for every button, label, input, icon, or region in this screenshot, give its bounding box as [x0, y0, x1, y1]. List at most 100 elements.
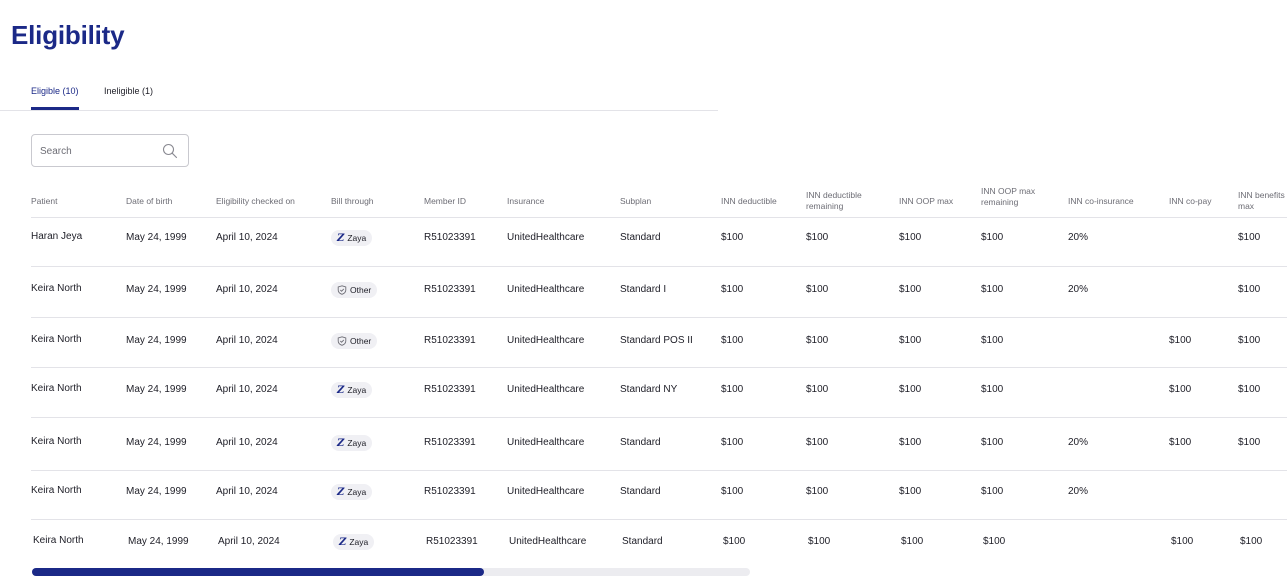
page-title: Eligibility: [11, 20, 125, 50]
cell-inn-co-insurance: 20%: [1068, 284, 1089, 295]
table-row[interactable]: Keira North May 24, 1999 April 10, 2024 R51…: [31, 367, 1287, 418]
cell-inn-co-pay: $100: [1169, 437, 1192, 448]
table-row[interactable]: Keira North May 24, 1999 April 10, 2024 R51…: [31, 417, 1287, 471]
cell-dob: May 24, 1999: [128, 536, 189, 547]
cell-checked-on: April 10, 2024: [216, 384, 278, 395]
table-row[interactable]: Keira North May 24, 1999 April 10, 2024 R51…: [31, 266, 1287, 318]
cell-insurance: UnitedHealthcare: [507, 232, 585, 243]
bill-through-label: Zaya: [349, 537, 369, 547]
cell-inn-benefits-max: $100: [1238, 284, 1261, 295]
cell-inn-oop-max-remaining: $100: [981, 486, 1004, 497]
cell-subplan: Standard: [620, 486, 661, 497]
zaya-icon: Z: [337, 233, 345, 244]
cell-dob: May 24, 1999: [126, 437, 187, 448]
cell-inn-deductible-remaining: $100: [806, 486, 829, 497]
column-header-line: INN deductible: [806, 190, 862, 200]
cell-inn-benefits-max: $100: [1238, 384, 1261, 395]
cell-checked-on: April 10, 2024: [216, 437, 278, 448]
column-header-inn-co-pay[interactable]: INN co-pay: [1169, 196, 1212, 207]
bill-through-badge: Z Zaya: [333, 534, 375, 550]
cell-inn-deductible-remaining: $100: [806, 437, 829, 448]
column-header-line: remaining: [981, 197, 1019, 207]
column-header-subplan[interactable]: Subplan: [620, 196, 651, 207]
cell-inn-oop-max: $100: [899, 384, 922, 395]
cell-inn-deductible: $100: [721, 284, 744, 295]
cell-subplan: Standard POS II: [620, 335, 693, 346]
scrollbar-thumb[interactable]: [32, 568, 484, 576]
cell-inn-oop-max-remaining: $100: [981, 437, 1004, 448]
bill-through-badge: Z Zaya: [331, 382, 373, 398]
table-row[interactable]: Haran Jeya May 24, 1999 April 10, 2024 R510…: [31, 218, 1287, 267]
column-header-dob[interactable]: Date of birth: [126, 196, 172, 207]
bill-through-label: Zaya: [347, 438, 367, 448]
column-header-inn-oop-max[interactable]: INN OOP max: [899, 196, 953, 207]
cell-inn-oop-max: $100: [899, 335, 922, 346]
bill-through-badge: Other: [331, 333, 378, 349]
cell-patient: Keira North: [33, 535, 84, 546]
cell-dob: May 24, 1999: [126, 284, 187, 295]
cell-inn-deductible-remaining: $100: [806, 284, 829, 295]
horizontal-scrollbar[interactable]: [32, 568, 750, 576]
cell-dob: May 24, 1999: [126, 232, 187, 243]
zaya-icon: Z: [337, 438, 345, 449]
cell-inn-benefits-max: $100: [1238, 437, 1261, 448]
table-row[interactable]: Keira North May 24, 1999 April 10, 2024 R51…: [31, 317, 1287, 368]
zaya-icon: Z: [337, 487, 345, 498]
cell-inn-oop-max: $100: [899, 486, 922, 497]
cell-member-id: R51023391: [424, 384, 476, 395]
cell-insurance: UnitedHealthcare: [507, 384, 585, 395]
cell-subplan: Standard: [620, 437, 661, 448]
cell-inn-co-pay: $100: [1171, 536, 1194, 547]
cell-member-id: R51023391: [424, 284, 476, 295]
cell-inn-oop-max-remaining: $100: [981, 335, 1004, 346]
bill-through-badge: Z Zaya: [331, 435, 373, 451]
shield-icon: [337, 335, 347, 346]
column-header-inn-deductible-remaining[interactable]: INN deductible remaining: [806, 190, 862, 212]
search-icon[interactable]: [162, 143, 178, 159]
cell-patient: Haran Jeya: [31, 231, 83, 242]
cell-insurance: UnitedHealthcare: [507, 335, 585, 346]
bill-through-badge: Z Zaya: [331, 230, 373, 246]
cell-patient: Keira North: [31, 334, 82, 345]
tab-ineligible[interactable]: Ineligible (1): [104, 86, 153, 110]
column-header-insurance[interactable]: Insurance: [507, 196, 544, 207]
bill-through-label: Other: [350, 336, 372, 346]
column-header-checked-on[interactable]: Eligibility checked on: [216, 196, 295, 207]
cell-subplan: Standard: [620, 232, 661, 243]
zaya-icon: Z: [339, 537, 347, 548]
cell-inn-oop-max: $100: [899, 284, 922, 295]
column-header-member-id[interactable]: Member ID: [424, 196, 466, 207]
cell-insurance: UnitedHealthcare: [509, 536, 587, 547]
column-header-bill-through[interactable]: Bill through: [331, 196, 374, 207]
bill-through-badge: Other: [331, 282, 378, 298]
cell-inn-deductible: $100: [721, 232, 744, 243]
cell-inn-co-insurance: 20%: [1068, 486, 1089, 497]
cell-subplan: Standard: [622, 536, 663, 547]
cell-patient: Keira North: [31, 383, 82, 394]
cell-member-id: R51023391: [424, 437, 476, 448]
cell-inn-oop-max: $100: [899, 437, 922, 448]
column-header-inn-oop-max-remaining[interactable]: INN OOP max remaining: [981, 186, 1035, 208]
column-header-line: max: [1238, 201, 1255, 211]
column-header-inn-deductible[interactable]: INN deductible: [721, 196, 777, 207]
cell-dob: May 24, 1999: [126, 384, 187, 395]
column-header-inn-benefits-max[interactable]: INN benefits max: [1238, 190, 1285, 212]
cell-inn-deductible-remaining: $100: [806, 232, 829, 243]
search-input[interactable]: [40, 141, 155, 161]
cell-patient: Keira North: [31, 436, 82, 447]
column-header-line: INN OOP max: [981, 186, 1036, 196]
tab-eligible[interactable]: Eligible (10): [31, 86, 79, 110]
column-header-inn-co-insurance[interactable]: INN co-insurance: [1068, 196, 1134, 207]
bill-through-label: Zaya: [347, 385, 367, 395]
column-header-patient[interactable]: Patient: [31, 196, 57, 207]
table-row[interactable]: Keira North May 24, 1999 April 10, 2024 R51…: [31, 519, 1287, 564]
column-header-line: INN benefits: [1238, 190, 1285, 200]
cell-checked-on: April 10, 2024: [216, 284, 278, 295]
table-row[interactable]: Keira North May 24, 1999 April 10, 2024 R51…: [31, 470, 1287, 520]
cell-member-id: R51023391: [424, 232, 476, 243]
bill-through-label: Zaya: [347, 233, 367, 243]
cell-patient: Keira North: [31, 485, 82, 496]
cell-member-id: R51023391: [424, 335, 476, 346]
cell-inn-oop-max-remaining: $100: [983, 536, 1006, 547]
cell-inn-oop-max-remaining: $100: [981, 284, 1004, 295]
